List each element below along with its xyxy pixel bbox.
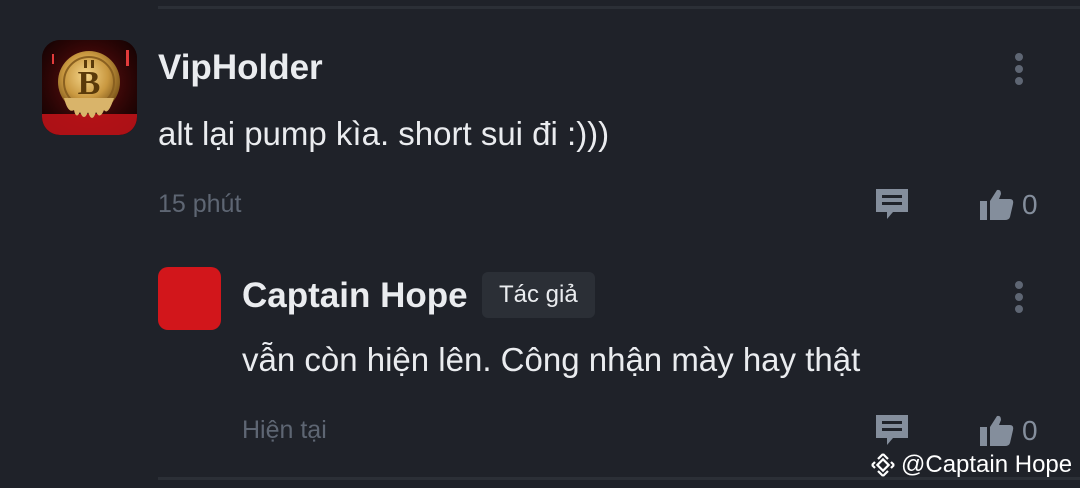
comment-username[interactable]: VipHolder bbox=[158, 48, 323, 88]
reply-button[interactable] bbox=[873, 186, 911, 222]
like-count: 0 bbox=[1022, 189, 1038, 220]
reply-button[interactable] bbox=[873, 412, 911, 448]
reply-username[interactable]: Captain Hope bbox=[242, 276, 468, 316]
comment-text: alt lại pump kìa. short sui đi :))) bbox=[158, 115, 610, 152]
author-badge: Tác giả bbox=[482, 272, 595, 318]
like-button[interactable]: 0 bbox=[980, 186, 1045, 222]
more-options-button[interactable] bbox=[1005, 277, 1033, 317]
comment-icon bbox=[876, 415, 908, 445]
reply-item: Captain Hope Tác giả vẫn còn hiện lên. C… bbox=[0, 240, 1080, 472]
svg-text:B: B bbox=[78, 65, 101, 102]
avatar[interactable] bbox=[158, 267, 221, 330]
more-options-button[interactable] bbox=[1005, 49, 1033, 89]
thumbs-up-icon bbox=[980, 189, 1014, 220]
comment-item: B VipHolder alt lại pump kìa. short sui … bbox=[0, 0, 1080, 240]
more-vertical-icon bbox=[1015, 281, 1023, 289]
like-count: 0 bbox=[1022, 415, 1038, 446]
comments-screen: B VipHolder alt lại pump kìa. short sui … bbox=[0, 0, 1080, 488]
watermark-text: @Captain Hope bbox=[901, 451, 1073, 478]
avatar[interactable]: B bbox=[42, 40, 137, 135]
reply-text: vẫn còn hiện lên. Công nhận mày hay thật bbox=[242, 341, 861, 378]
reply-timestamp: Hiện tại bbox=[242, 416, 327, 444]
like-button[interactable]: 0 bbox=[980, 412, 1045, 448]
comment-timestamp: 15 phút bbox=[158, 190, 242, 218]
binance-logo-icon bbox=[871, 453, 895, 477]
more-vertical-icon bbox=[1015, 53, 1023, 61]
bitcoin-skull-avatar-icon: B bbox=[42, 40, 137, 135]
comment-icon bbox=[876, 189, 908, 219]
thumbs-up-icon bbox=[980, 415, 1014, 446]
